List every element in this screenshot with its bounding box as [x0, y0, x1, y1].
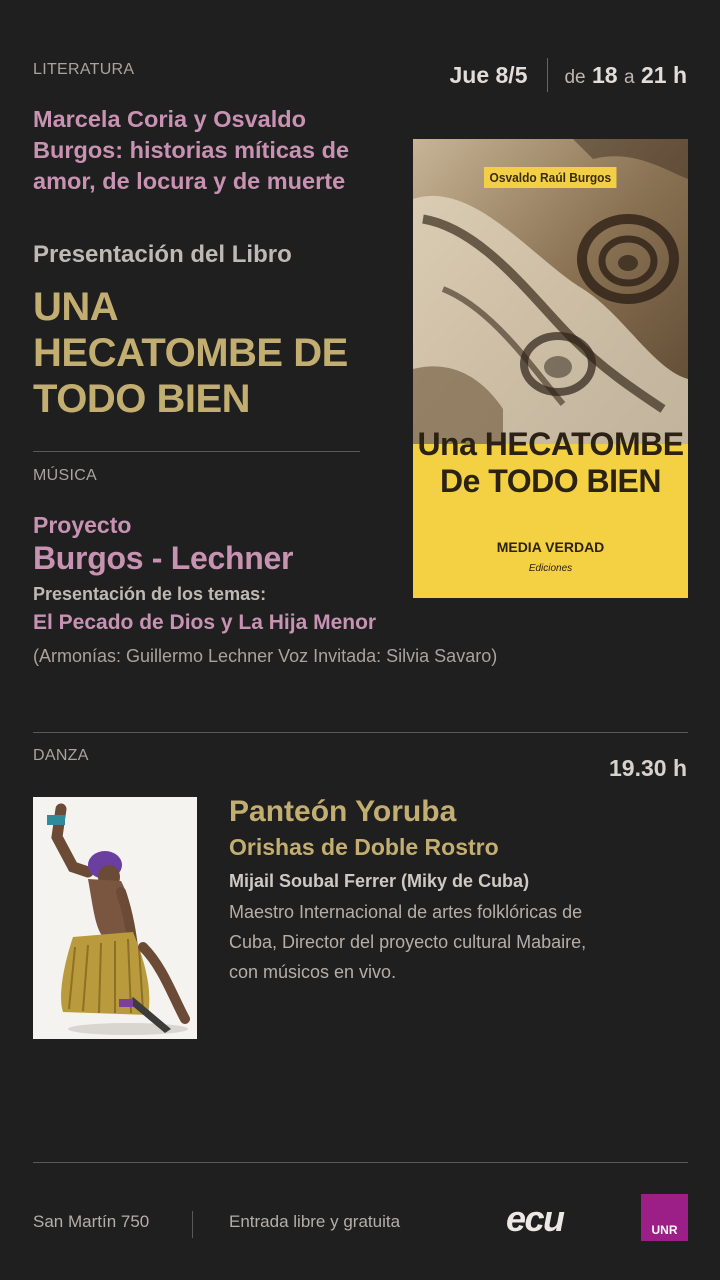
event-schedule: Jue 8/5 de 18 a 21 h: [449, 58, 687, 92]
dancer-photo: [33, 797, 197, 1039]
cover-author: Osvaldo Raúl Burgos: [484, 167, 617, 188]
dancer-illustration: [33, 797, 197, 1039]
literature-presentation-label: Presentación del Libro: [33, 241, 292, 268]
entry-info: Entrada libre y gratuita: [229, 1212, 401, 1231]
literature-subtitle: Marcela Coria y Osvaldo Burgos: historia…: [33, 106, 350, 194]
footer-separator: [192, 1211, 193, 1238]
event-time-range: de 18 a 21 h: [564, 62, 687, 89]
section-label-literature: LITERATURA: [33, 61, 135, 78]
book-title: UNA HECATOMBE DE TODO BIEN: [33, 285, 348, 421]
venue-address: San Martín 750: [33, 1212, 150, 1231]
time-from-word: de: [564, 66, 586, 88]
divider-literature: [33, 451, 360, 452]
music-songs: El Pecado de Dios y La Hija Menor: [33, 611, 377, 634]
ecu-logo: ecu: [506, 1198, 565, 1239]
music-credits: (Armonías: Guillermo Lechner Voz Invitad…: [33, 646, 498, 666]
schedule-divider: [547, 58, 549, 92]
dance-title: Panteón Yoruba: [229, 795, 457, 828]
unr-logo-text: UNR: [651, 1223, 678, 1237]
dance-time: 19.30 h: [609, 755, 687, 781]
section-label-dance: DANZA: [33, 747, 89, 764]
cover-publisher: MEDIA VERDAD: [496, 539, 605, 555]
music-pre-title: Proyecto: [33, 512, 132, 538]
divider-music: [33, 732, 688, 733]
cover-title-line2: De TODO BIEN: [440, 463, 662, 499]
event-date: Jue 8/5: [449, 61, 528, 88]
divider-footer: [33, 1162, 688, 1163]
book-cover-image: Osvaldo Raúl Burgos Una HECATOMBE De TOD…: [413, 139, 688, 598]
time-to-word: a: [624, 66, 635, 88]
cover-title-line1: Una HECATOMBE: [417, 426, 684, 462]
dance-artist: Mijail Soubal Ferrer (Miky de Cuba): [229, 871, 530, 891]
time-to-hour: 21 h: [640, 61, 687, 88]
music-intro: Presentación de los temas:: [33, 584, 267, 604]
book-cover-art: [413, 139, 688, 598]
dance-description: Maestro Internacional de artes folklóric…: [229, 902, 587, 982]
unr-logo: UNR: [641, 1194, 688, 1241]
time-from-hour: 18: [592, 61, 618, 88]
section-label-music: MÚSICA: [33, 467, 98, 484]
music-project-name: Burgos - Lechner: [33, 540, 294, 576]
dance-subtitle: Orishas de Doble Rostro: [229, 834, 499, 860]
cover-editions: Ediciones: [528, 563, 573, 574]
